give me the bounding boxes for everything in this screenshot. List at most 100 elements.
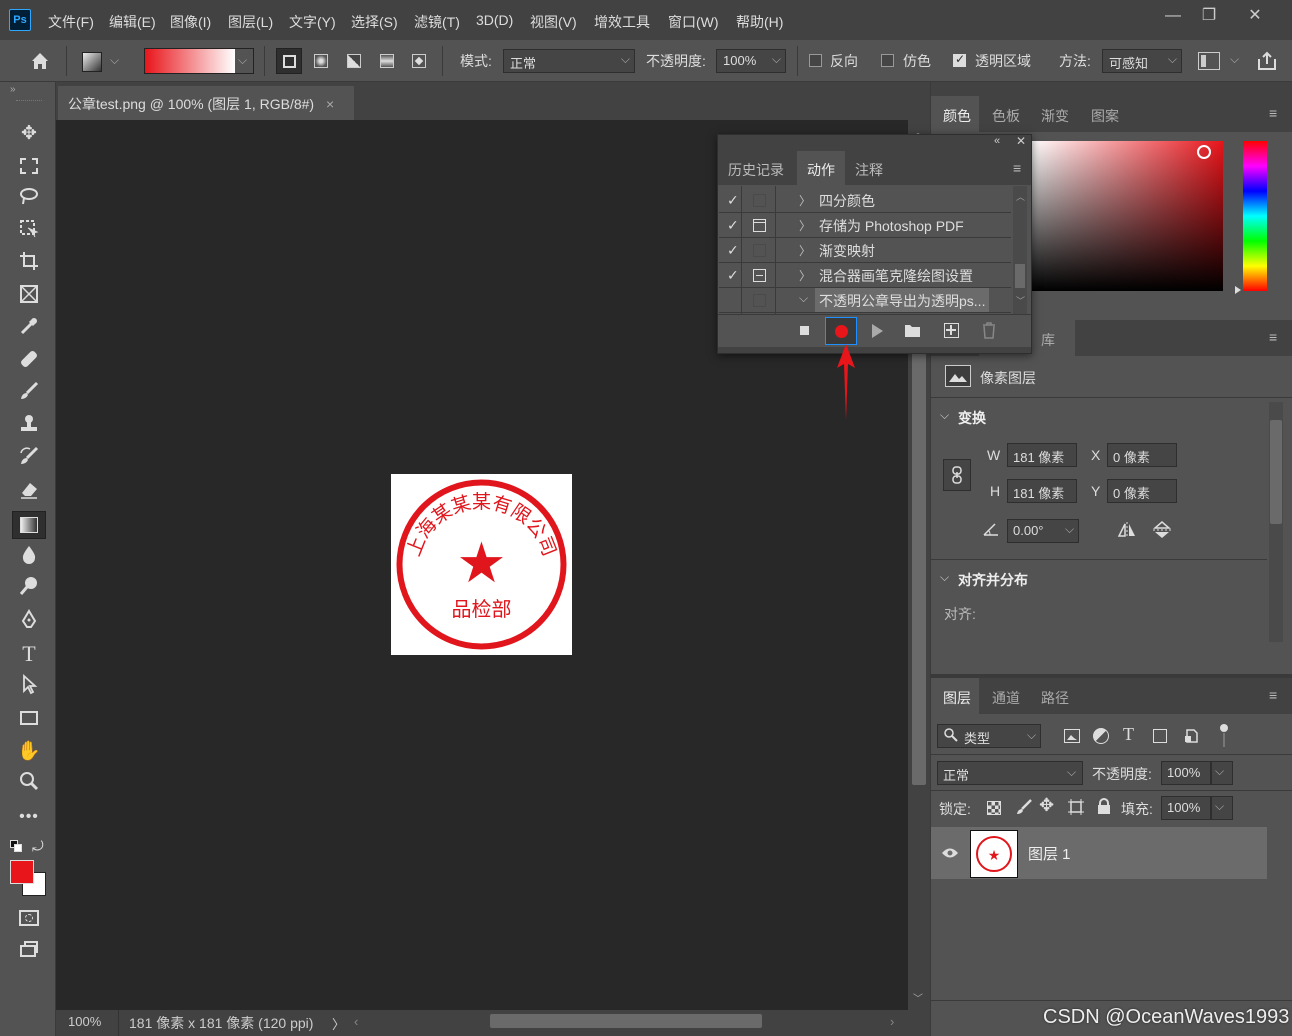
tab-libraries[interactable]: 库 (1041, 330, 1055, 350)
share-icon[interactable] (1256, 50, 1278, 72)
minimize-button[interactable]: — (1158, 6, 1188, 28)
filter-shape-icon[interactable] (1153, 729, 1167, 743)
play-button[interactable] (872, 324, 883, 338)
actions-panel-titlebar[interactable]: « ✕ (718, 134, 1031, 151)
more-tools-icon[interactable]: ••• (14, 803, 44, 831)
rectangle-tool-icon[interactable] (14, 705, 44, 733)
tab-swatches[interactable]: 色板 (992, 106, 1020, 126)
new-action-icon[interactable] (944, 323, 959, 338)
collapse-icon[interactable]: » (10, 84, 16, 95)
visibility-eye-icon[interactable] (941, 846, 959, 860)
reverse-checkbox[interactable] (809, 54, 822, 67)
marquee-tool-icon[interactable] (14, 153, 44, 181)
dither-checkbox[interactable] (881, 54, 894, 67)
panel-menu-icon[interactable]: ≡ (1269, 687, 1277, 703)
lock-transparency-icon[interactable] (987, 801, 1001, 815)
chevron-right-icon[interactable]: 〉 (799, 192, 811, 209)
brush-tool-icon[interactable] (14, 380, 44, 408)
filter-adjustment-icon[interactable] (1093, 728, 1109, 744)
move-tool-icon[interactable]: ✥ (14, 120, 44, 148)
menu-help[interactable]: 帮助(H) (736, 12, 783, 32)
delete-icon[interactable] (982, 322, 996, 339)
gradient-tool-button[interactable] (12, 511, 46, 539)
chevron-right-icon[interactable]: 〉 (799, 267, 811, 284)
lock-all-icon[interactable] (1097, 798, 1111, 814)
list-item[interactable]: ✓ 〉 混合器画笔克隆绘图设置 (719, 263, 1011, 288)
chevron-down-icon[interactable]: ⌵ (799, 291, 808, 306)
filter-type-icon[interactable]: T (1123, 724, 1134, 745)
chevron-down-icon[interactable]: ⌵ (940, 570, 949, 585)
eraser-tool-icon[interactable] (14, 478, 44, 506)
clone-stamp-tool-icon[interactable] (14, 413, 44, 441)
default-colors-icon[interactable] (10, 840, 22, 852)
list-item[interactable]: ✓ 〉 四分颜色 (719, 188, 1011, 213)
properties-scrollbar[interactable] (1269, 402, 1283, 642)
tab-color[interactable]: 颜色 (943, 106, 971, 126)
new-set-folder-icon[interactable] (904, 323, 921, 338)
fill-dropdown[interactable]: ⌵ (1211, 796, 1233, 820)
menu-image[interactable]: 图像(I) (170, 12, 211, 32)
dodge-tool-icon[interactable] (14, 575, 44, 603)
status-menu-arrow[interactable]: 〉 (332, 1014, 345, 1033)
close-panel-icon[interactable]: ✕ (1016, 134, 1026, 148)
foreground-color-swatch[interactable] (10, 860, 34, 884)
lock-artboard-icon[interactable] (1068, 799, 1084, 815)
hue-slider-handle[interactable] (1235, 286, 1241, 294)
menu-3d[interactable]: 3D(D) (476, 12, 513, 28)
layer-opacity-dropdown[interactable]: ⌵ (1211, 761, 1233, 785)
transparency-checkbox[interactable] (953, 52, 966, 67)
pen-tool-icon[interactable] (14, 608, 44, 636)
panel-menu-icon[interactable]: ≡ (1013, 160, 1021, 176)
panel-menu-icon[interactable]: ≡ (1269, 329, 1277, 345)
hue-slider[interactable] (1243, 141, 1267, 291)
menu-select[interactable]: 选择(S) (351, 12, 398, 32)
home-icon[interactable] (26, 50, 54, 74)
y-field[interactable]: 0 像素 (1107, 479, 1177, 503)
action-enabled-check[interactable]: ✓ (727, 192, 739, 209)
dialog-toggle[interactable] (753, 294, 766, 307)
tab-actions[interactable]: 动作 (797, 151, 845, 185)
record-button[interactable] (825, 317, 857, 345)
menu-window[interactable]: 窗口(W) (668, 12, 719, 32)
eyedropper-tool-icon[interactable] (14, 315, 44, 343)
list-item[interactable]: ⌵ 不透明公章导出为透明ps... (719, 288, 1011, 313)
blend-mode-select[interactable]: 正常 (937, 761, 1083, 785)
maximize-button[interactable]: ❐ (1194, 6, 1224, 28)
lasso-tool-icon[interactable] (14, 185, 44, 213)
scroll-right-icon[interactable]: › (890, 1014, 894, 1029)
tab-history[interactable]: 历史记录 (718, 151, 794, 185)
menu-layer[interactable]: 图层(L) (228, 12, 273, 32)
dialog-icon[interactable] (753, 219, 766, 232)
layer-row[interactable]: ★ 图层 1 (931, 827, 1267, 879)
properties-scroll-thumb[interactable] (1270, 420, 1282, 524)
reflected-gradient-button[interactable] (376, 48, 398, 74)
angle-gradient-button[interactable] (343, 48, 365, 74)
filter-smart-object-icon[interactable] (1184, 729, 1198, 743)
horizontal-scroll-thumb[interactable] (490, 1014, 762, 1028)
frame-tool-icon[interactable] (14, 283, 44, 311)
layer-opacity-field[interactable]: 100% (1161, 761, 1211, 785)
menu-file[interactable]: 文件(F) (48, 12, 94, 32)
zoom-tool-icon[interactable] (14, 770, 44, 798)
dialog-toggle[interactable] (753, 194, 766, 207)
panel-resize-grip[interactable] (718, 347, 1031, 353)
path-select-tool-icon[interactable] (14, 673, 44, 701)
document-image[interactable]: 上海某某某有限公司 ★ 品检部 (391, 474, 572, 655)
chevron-down-icon[interactable]: ⌵ (940, 408, 949, 423)
scroll-down-icon[interactable]: ﹀ (1016, 294, 1025, 307)
hand-tool-icon[interactable]: ✋ (14, 738, 44, 766)
menu-view[interactable]: 视图(V) (530, 12, 577, 32)
dialog-toggle[interactable] (753, 244, 766, 257)
color-picker-field[interactable] (1031, 141, 1223, 291)
method-select[interactable]: 可感知 (1102, 49, 1182, 73)
radial-gradient-button[interactable] (310, 48, 332, 74)
chevron-down-icon[interactable]: ⌵ (1230, 52, 1239, 67)
tab-channels[interactable]: 通道 (992, 688, 1020, 708)
fill-field[interactable]: 100% (1161, 796, 1211, 820)
tab-paths[interactable]: 路径 (1041, 688, 1069, 708)
menu-type[interactable]: 文字(Y) (289, 12, 336, 32)
gradient-editor-swatch[interactable]: ⌵ (144, 48, 254, 74)
filter-pixel-icon[interactable] (1064, 729, 1080, 743)
layer-name[interactable]: 图层 1 (1028, 843, 1071, 864)
panel-toggle-icon[interactable] (1198, 52, 1220, 70)
